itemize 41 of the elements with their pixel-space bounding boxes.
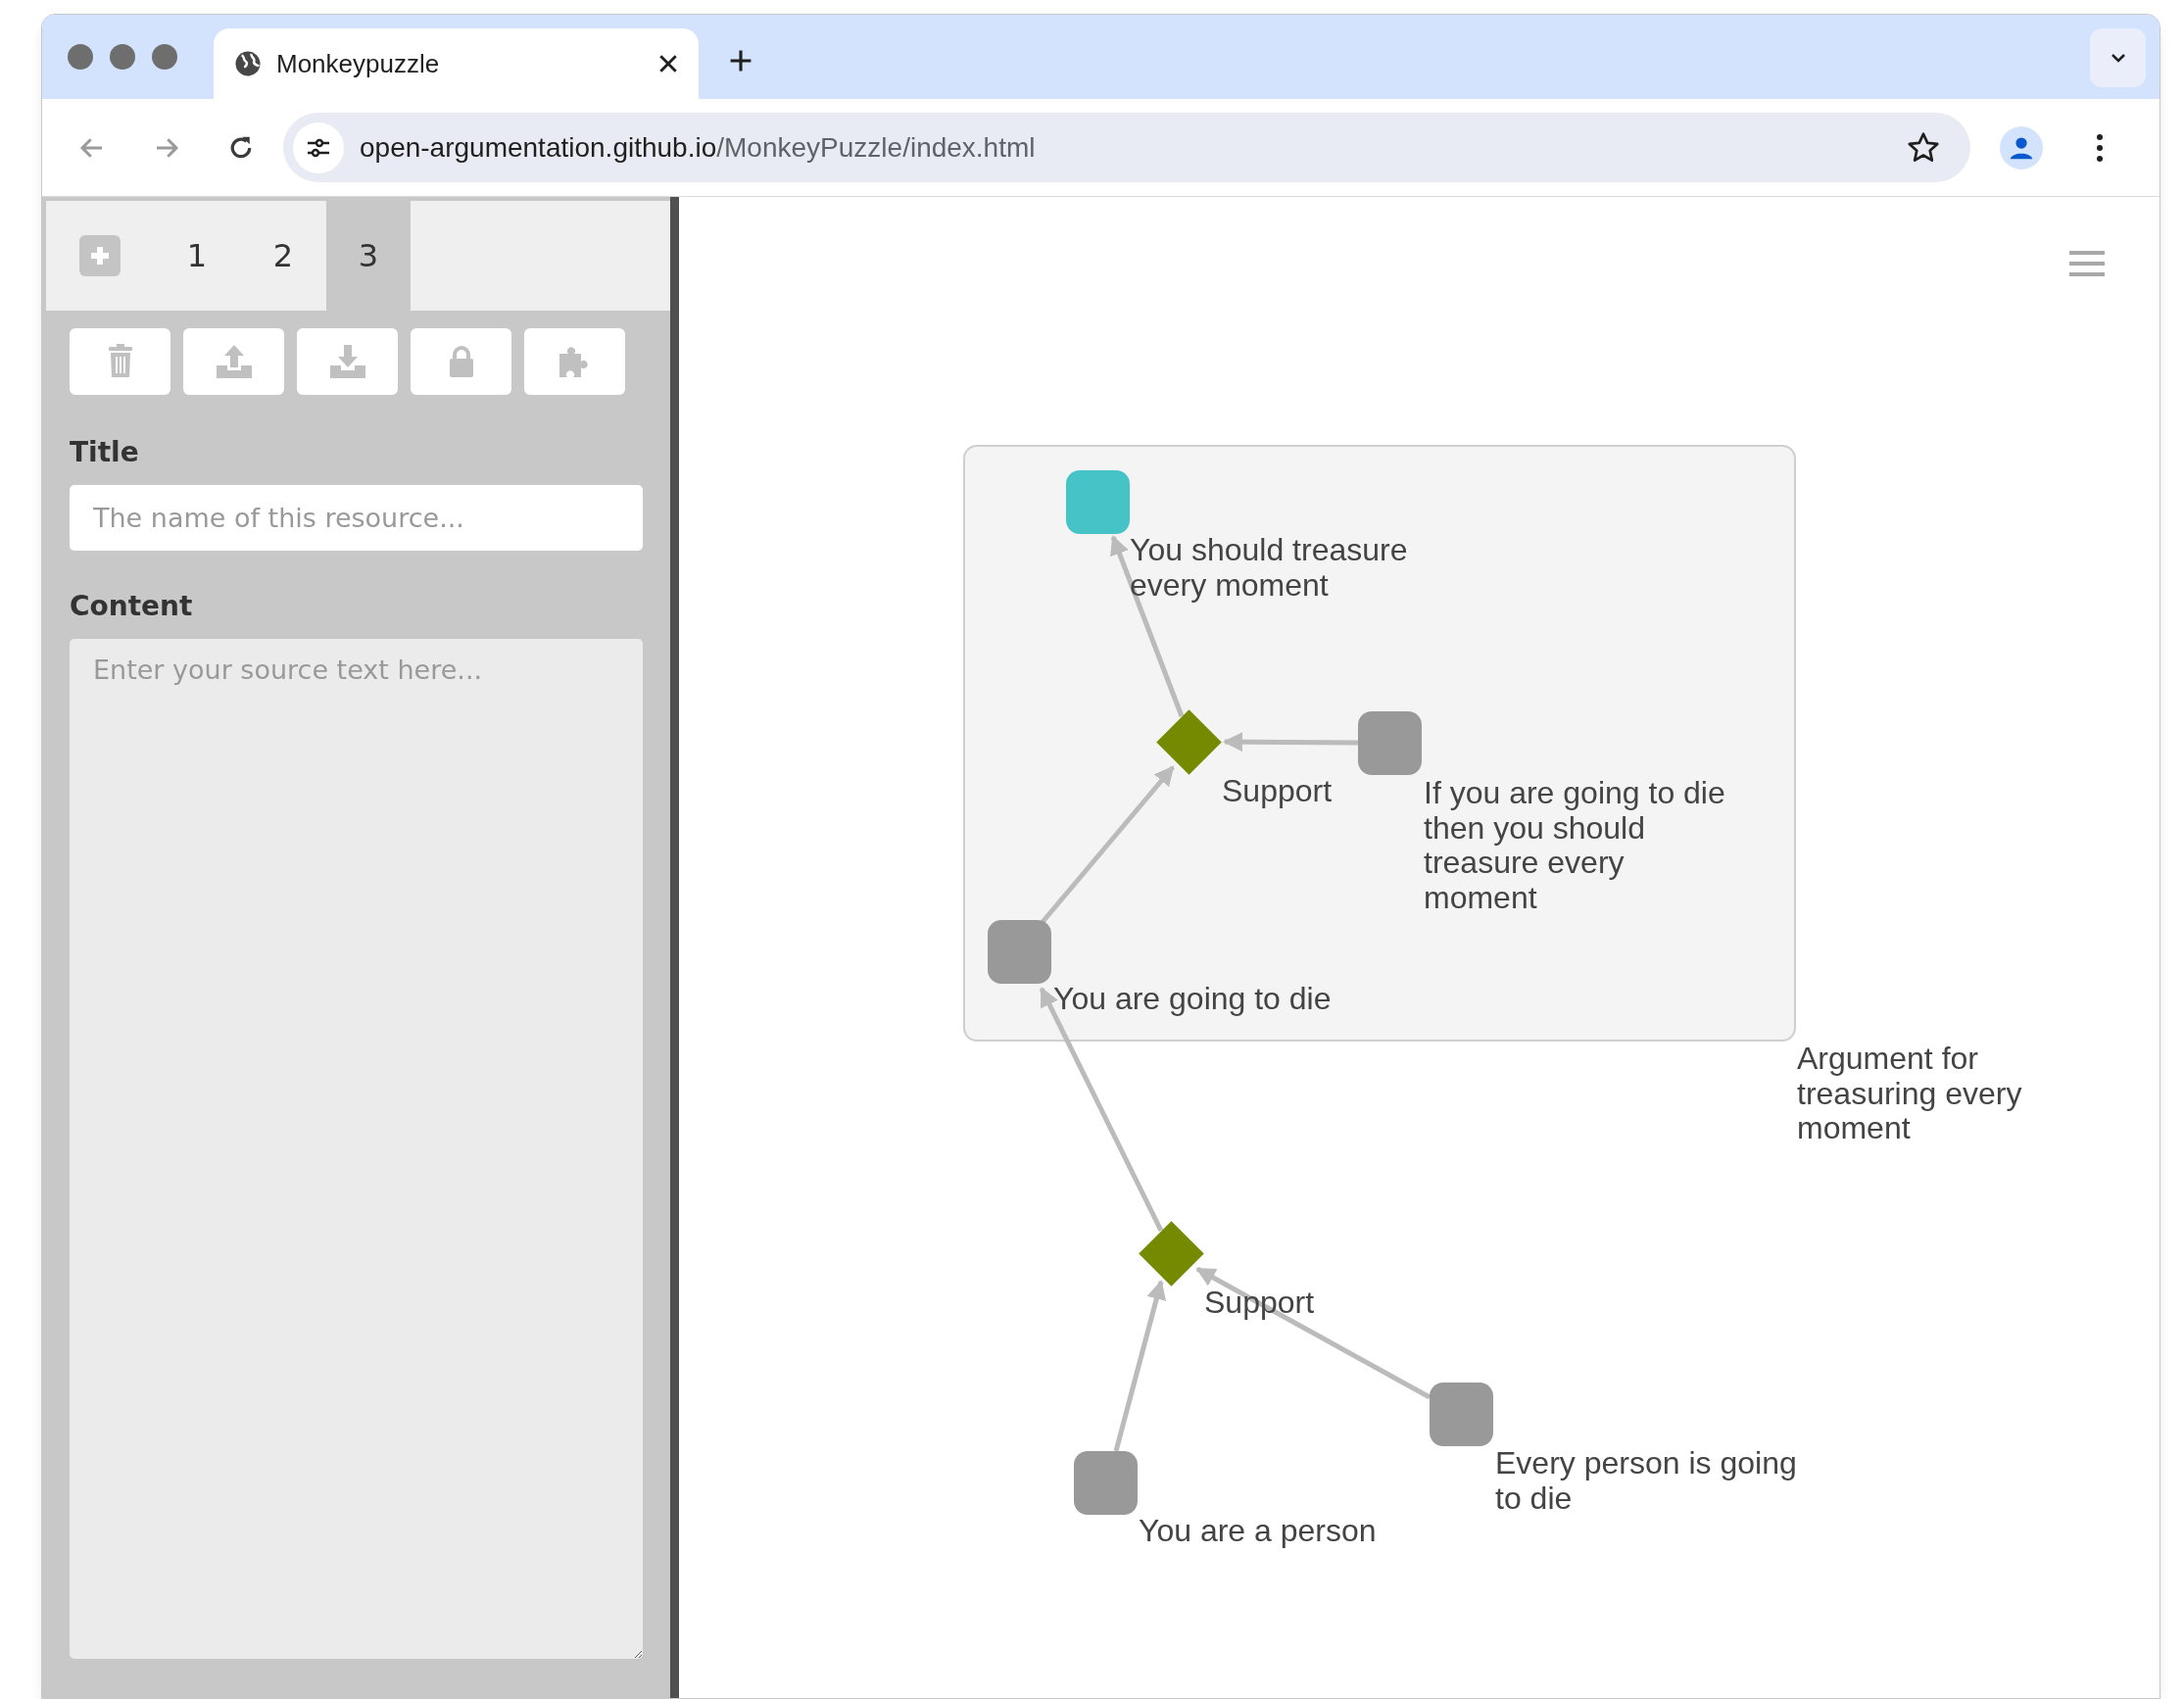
node-label: Support bbox=[1204, 1286, 1315, 1321]
claim-node[interactable] bbox=[1066, 470, 1130, 534]
maximize-window-control[interactable] bbox=[152, 44, 177, 70]
lock-icon bbox=[447, 345, 475, 378]
profile-icon[interactable] bbox=[2000, 125, 2043, 170]
delete-button[interactable] bbox=[70, 328, 170, 395]
content-textarea[interactable]: Enter your source text here... bbox=[70, 639, 643, 1659]
title-label: Title bbox=[70, 435, 140, 470]
node-label: If you are going to die then you should treasure every moment bbox=[1424, 776, 1725, 915]
node-label: Every person is going to die bbox=[1495, 1446, 1797, 1516]
menu-icon[interactable] bbox=[2069, 251, 2105, 276]
close-icon[interactable] bbox=[657, 53, 679, 74]
browser-tab[interactable]: Monkeypuzzle bbox=[214, 28, 699, 99]
content-label: Content bbox=[70, 589, 194, 624]
upload-icon bbox=[215, 344, 253, 379]
tab[interactable]: 3 bbox=[326, 201, 411, 311]
site-settings-icon[interactable] bbox=[293, 121, 344, 173]
upload-button[interactable] bbox=[183, 328, 284, 395]
close-window-control[interactable] bbox=[68, 44, 93, 70]
new-tab-icon[interactable] bbox=[728, 48, 753, 73]
tab-title: Monkeypuzzle bbox=[276, 47, 441, 80]
node-label: You are a person bbox=[1139, 1514, 1377, 1549]
puzzle-button[interactable] bbox=[524, 328, 625, 395]
globe-icon bbox=[233, 49, 263, 78]
address-bar[interactable]: open-argumentation.github.io/MonkeyPuzzle/index.html bbox=[283, 113, 1970, 182]
more-options-icon[interactable] bbox=[2096, 132, 2104, 163]
title-input[interactable]: The name of this resource... bbox=[70, 485, 643, 551]
claim-node[interactable] bbox=[988, 920, 1051, 984]
url-text: open-argumentation.github.io/MonkeyPuzzle/index.html bbox=[360, 130, 1037, 165]
node-label: You are going to die bbox=[1053, 982, 1332, 1017]
claim-node[interactable] bbox=[1430, 1383, 1493, 1446]
claim-node[interactable] bbox=[1074, 1451, 1138, 1515]
minimize-window-control[interactable] bbox=[110, 44, 135, 70]
add-tab-button[interactable] bbox=[79, 235, 121, 276]
download-button[interactable] bbox=[297, 328, 398, 395]
node-label: You should treasure every moment bbox=[1130, 533, 1408, 603]
node-label: Support bbox=[1222, 774, 1333, 809]
download-icon bbox=[328, 344, 366, 379]
claim-node[interactable] bbox=[1358, 711, 1422, 775]
node-label: Argument for treasuring every moment bbox=[1797, 1042, 2022, 1146]
lock-button[interactable] bbox=[411, 328, 511, 395]
